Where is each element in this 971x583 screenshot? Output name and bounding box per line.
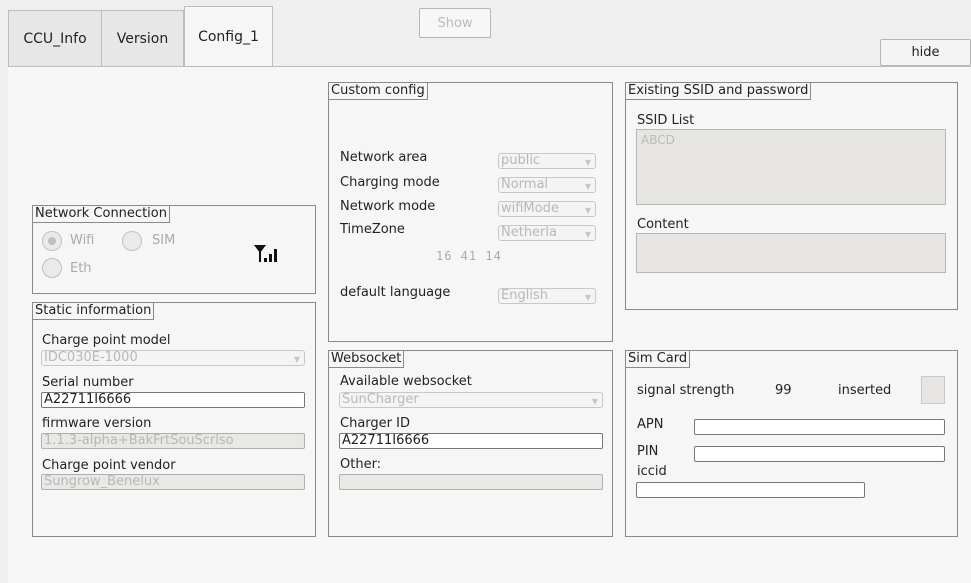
charge-point-vendor-label: Charge point vendor (42, 458, 176, 473)
chevron-down-icon: ▼ (584, 158, 591, 167)
firmware-version-field[interactable]: 1.1.3-alpha+BakFrtSouScrlso (41, 433, 305, 449)
chevron-down-icon: ▼ (584, 293, 591, 302)
eth-label: Eth (70, 261, 92, 276)
network-area-select[interactable]: public ▼ (498, 153, 596, 169)
group-title: Custom config (328, 82, 428, 100)
group-title: Websocket (328, 350, 405, 368)
chevron-down-icon: ▼ (584, 206, 591, 215)
network-mode-label: Network mode (340, 199, 436, 214)
select-value: SunCharger (342, 392, 419, 407)
signal-strength-value: 99 (775, 383, 792, 398)
group-title: Sim Card (625, 350, 691, 368)
chevron-down-icon: ▼ (584, 230, 591, 239)
inserted-indicator (921, 376, 945, 404)
timezone-select[interactable]: Netherla ▼ (498, 225, 596, 241)
chevron-down-icon: ▼ (591, 397, 598, 406)
select-value: IDC030E-1000 (44, 350, 138, 365)
tab-label: CCU_Info (23, 30, 87, 47)
available-websocket-select[interactable]: SunCharger ▼ (339, 392, 603, 408)
firmware-version-label: firmware version (42, 416, 152, 431)
charge-point-model-select[interactable]: IDC030E-1000 ▼ (41, 350, 305, 366)
charger-id-field[interactable]: A22711I6666 (339, 433, 603, 449)
sim-card-group: Sim Card (625, 350, 958, 537)
select-value: Normal (501, 177, 549, 192)
clock-display: 16 41 14 (436, 249, 502, 263)
apn-field[interactable] (694, 419, 945, 435)
chevron-down-icon: ▼ (293, 355, 300, 364)
inserted-label: inserted (838, 383, 892, 398)
charge-point-model-label: Charge point model (42, 333, 171, 348)
wifi-label: Wifi (70, 233, 95, 248)
signal-strength-label: signal strength (637, 383, 735, 398)
available-websocket-label: Available websocket (340, 374, 472, 389)
group-title: Existing SSID and password (625, 82, 812, 100)
charge-point-vendor-field[interactable]: Sungrow_Benelux (41, 474, 305, 490)
list-item[interactable]: ABCD (641, 133, 941, 147)
tab-config-1[interactable]: Config_1 (184, 6, 273, 67)
hide-button-label: hide (911, 45, 940, 60)
group-title: Network Connection (32, 205, 170, 223)
default-language-select[interactable]: English ▼ (498, 288, 596, 304)
content-label: Content (637, 217, 689, 232)
show-button-label: Show (437, 15, 473, 31)
apn-label: APN (637, 417, 664, 432)
network-area-label: Network area (340, 150, 428, 165)
timezone-label: TimeZone (340, 222, 405, 237)
charging-mode-label: Charging mode (340, 175, 440, 190)
tab-label: Config_1 (198, 29, 259, 45)
content-field[interactable] (636, 233, 946, 273)
pin-field[interactable] (694, 446, 945, 462)
tab-version[interactable]: Version (101, 10, 184, 66)
signal-strength-icon (254, 245, 277, 262)
pin-label: PIN (637, 444, 659, 459)
show-button[interactable]: Show (419, 8, 491, 38)
default-language-label: default language (340, 285, 451, 300)
sim-radio[interactable] (122, 231, 142, 251)
ssid-list-label: SSID List (637, 113, 695, 128)
select-value: English (501, 288, 548, 303)
wifi-radio[interactable] (42, 231, 62, 251)
select-value: public (501, 153, 541, 168)
select-value: Netherla (501, 225, 557, 240)
serial-number-label: Serial number (42, 375, 134, 390)
iccid-label: iccid (637, 464, 667, 479)
other-field[interactable] (339, 474, 603, 490)
charging-mode-select[interactable]: Normal ▼ (498, 177, 596, 193)
iccid-field[interactable] (636, 482, 865, 498)
network-mode-select[interactable]: wifiMode ▼ (498, 201, 596, 217)
chevron-down-icon: ▼ (584, 182, 591, 191)
tab-label: Version (116, 30, 169, 47)
eth-radio[interactable] (42, 258, 62, 278)
select-value: wifiMode (501, 201, 559, 216)
charger-id-label: Charger ID (340, 416, 410, 431)
ssid-list[interactable]: ABCD (636, 129, 946, 205)
sim-label: SIM (152, 233, 176, 248)
tab-ccu-info[interactable]: CCU_Info (8, 10, 102, 66)
hide-button[interactable]: hide (880, 39, 971, 66)
serial-number-field[interactable]: A22711I6666 (41, 392, 305, 408)
group-title: Static information (32, 302, 155, 320)
other-label: Other: (340, 457, 382, 472)
